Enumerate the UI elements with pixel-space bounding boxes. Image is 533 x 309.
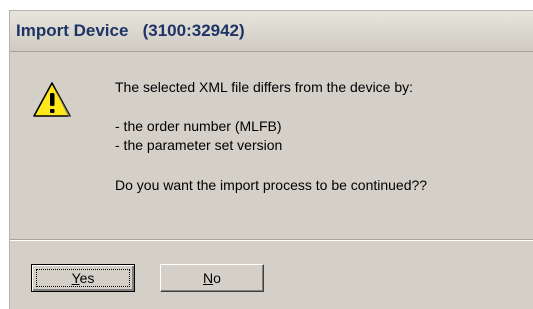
no-button-label: No (203, 270, 221, 286)
dialog-titlebar[interactable]: Import Device (3100:32942) (10, 11, 533, 52)
difference-parameter-set: - the parameter set version (115, 137, 283, 153)
dialog-title: Import Device (3100:32942) (16, 21, 245, 40)
warning-icon (33, 82, 71, 118)
import-device-dialog: Import Device (3100:32942) The selected … (9, 10, 533, 309)
no-button[interactable]: No (160, 264, 264, 292)
yes-button[interactable]: Yes (31, 264, 135, 292)
button-area-divider (10, 239, 533, 241)
yes-button-label: Yes (71, 270, 95, 286)
question-text: Do you want the import process to be con… (115, 177, 428, 193)
message-text: The selected XML file differs from the d… (115, 79, 414, 95)
difference-order-number: - the order number (MLFB) (115, 118, 282, 134)
